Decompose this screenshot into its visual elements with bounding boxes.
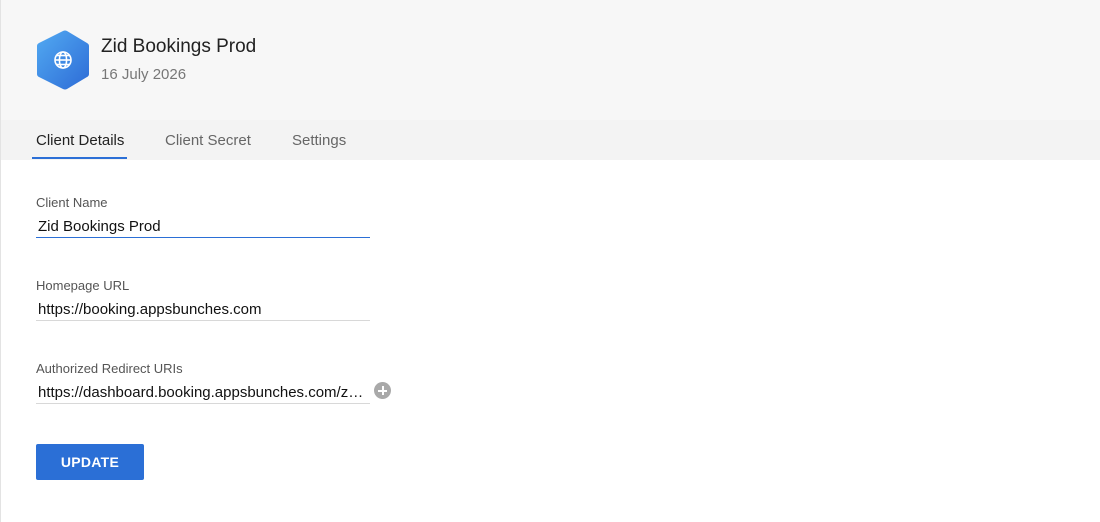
client-name-label: Client Name xyxy=(36,195,108,210)
homepage-url-label: Homepage URL xyxy=(36,278,130,293)
app-date: 16 July 2026 xyxy=(101,66,187,83)
tab-settings[interactable]: Settings xyxy=(292,132,346,149)
update-button[interactable]: UPDATE xyxy=(36,444,144,480)
app-name: Zid Bookings Prod xyxy=(101,36,257,57)
active-tab-indicator xyxy=(32,157,127,159)
redirect-uri-input[interactable] xyxy=(36,382,370,404)
homepage-url-input[interactable] xyxy=(36,299,370,321)
tab-client-secret[interactable]: Client Secret xyxy=(165,132,251,149)
app-header: Zid Bookings Prod 16 July 2026 xyxy=(1,0,1100,120)
client-name-input[interactable] xyxy=(36,216,370,238)
add-redirect-uri-icon[interactable] xyxy=(374,382,391,399)
redirect-uris-label: Authorized Redirect URIs xyxy=(36,361,183,376)
tab-bar: Client Details Client Secret Settings xyxy=(1,120,1100,160)
globe-icon xyxy=(36,30,90,90)
tab-client-details[interactable]: Client Details xyxy=(36,132,124,149)
